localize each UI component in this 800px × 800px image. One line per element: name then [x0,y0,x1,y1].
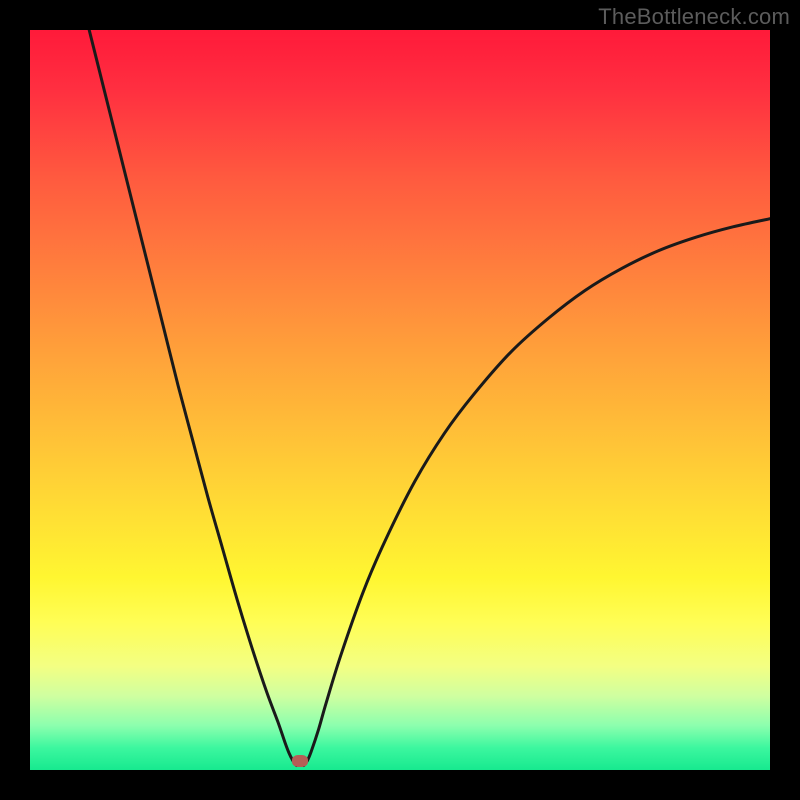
minimum-marker [292,755,308,767]
plot-area [30,30,770,770]
watermark-text: TheBottleneck.com [598,4,790,30]
chart-frame: TheBottleneck.com [0,0,800,800]
bottleneck-curve [30,30,770,770]
